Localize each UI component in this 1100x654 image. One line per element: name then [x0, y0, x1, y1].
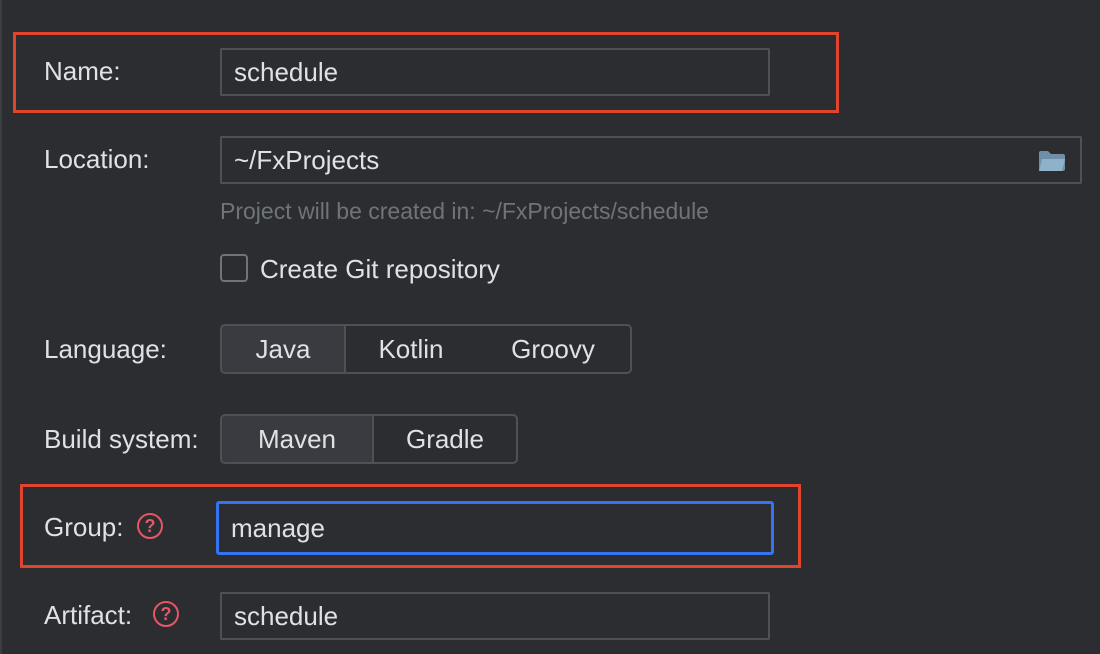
build-system-selector: Maven Gradle	[220, 414, 518, 464]
git-checkbox[interactable]	[220, 254, 248, 282]
build-option-maven[interactable]: Maven	[222, 416, 374, 462]
artifact-label: Artifact:	[44, 600, 133, 630]
language-option-groovy[interactable]: Groovy	[476, 326, 630, 372]
location-label: Location:	[44, 144, 150, 174]
folder-icon[interactable]	[1038, 150, 1066, 172]
language-option-kotlin[interactable]: Kotlin	[346, 326, 476, 372]
name-label: Name:	[44, 56, 121, 86]
location-field[interactable]: ~/FxProjects	[220, 136, 1082, 184]
artifact-field[interactable]: schedule	[220, 592, 770, 640]
build-system-label: Build system:	[44, 424, 199, 454]
location-value: ~/FxProjects	[234, 145, 380, 175]
artifact-help-icon[interactable]: ?	[153, 601, 179, 627]
group-help-icon[interactable]: ?	[137, 513, 163, 539]
group-label: Group:	[44, 512, 124, 542]
build-option-gradle[interactable]: Gradle	[374, 416, 516, 462]
language-option-java[interactable]: Java	[222, 326, 346, 372]
name-field[interactable]: schedule	[220, 48, 770, 96]
group-field[interactable]: manage	[216, 501, 774, 555]
location-hint: Project will be created in: ~/FxProjects…	[220, 198, 709, 224]
git-checkbox-label[interactable]: Create Git repository	[260, 254, 500, 284]
language-selector: Java Kotlin Groovy	[220, 324, 632, 374]
new-project-form: Name: schedule Location: ~/FxProjects Pr…	[0, 0, 1100, 654]
panel-divider	[0, 0, 2, 654]
language-label: Language:	[44, 334, 167, 364]
